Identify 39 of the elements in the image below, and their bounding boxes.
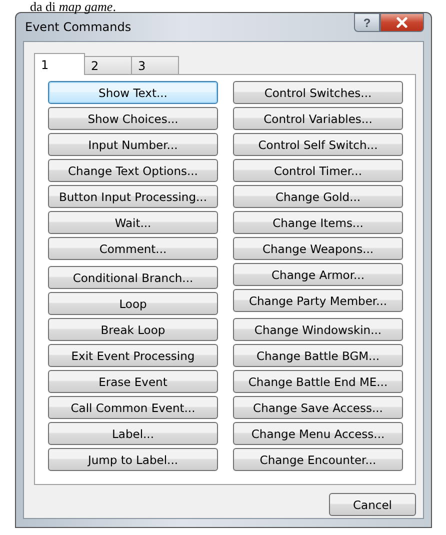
command-button[interactable]: Exit Event Processing bbox=[48, 344, 218, 367]
command-button[interactable]: Button Input Processing... bbox=[48, 185, 218, 208]
command-button[interactable]: Change Battle BGM... bbox=[233, 344, 403, 367]
command-button[interactable]: Change Save Access... bbox=[233, 396, 403, 419]
command-button[interactable]: Comment... bbox=[48, 237, 218, 260]
command-button[interactable]: Change Armor... bbox=[233, 263, 403, 286]
tab[interactable]: 1 bbox=[34, 53, 85, 75]
command-button[interactable]: Change Items... bbox=[233, 211, 403, 234]
command-button[interactable]: Change Weapons... bbox=[233, 237, 403, 260]
command-button[interactable]: Show Choices... bbox=[48, 107, 218, 130]
tab[interactable]: 2 bbox=[84, 56, 132, 74]
command-button[interactable]: Conditional Branch... bbox=[48, 266, 218, 289]
command-button[interactable]: Input Number... bbox=[48, 133, 218, 156]
document-text: da di map game. bbox=[29, 0, 117, 14]
command-button[interactable]: Jump to Label... bbox=[48, 448, 218, 471]
close-button[interactable] bbox=[380, 13, 424, 32]
close-icon bbox=[396, 17, 408, 28]
command-button[interactable]: Change Windowskin... bbox=[233, 318, 403, 341]
command-button[interactable]: Change Encounter... bbox=[233, 448, 403, 471]
command-button[interactable]: Change Gold... bbox=[233, 185, 403, 208]
command-button[interactable]: Break Loop bbox=[48, 318, 218, 341]
command-button[interactable]: Change Battle End ME... bbox=[233, 370, 403, 393]
command-button[interactable]: Control Switches... bbox=[233, 81, 403, 104]
command-button[interactable]: Change Menu Access... bbox=[233, 422, 403, 445]
command-button[interactable]: Wait... bbox=[48, 211, 218, 234]
window-title: Event Commands bbox=[24, 20, 132, 34]
command-button[interactable]: Control Self Switch... bbox=[233, 133, 403, 156]
help-button[interactable]: ? bbox=[354, 13, 380, 32]
command-button[interactable]: Change Party Member... bbox=[233, 289, 403, 312]
command-button[interactable]: Show Text... bbox=[48, 81, 218, 104]
command-button[interactable]: Loop bbox=[48, 292, 218, 315]
command-button[interactable]: Control Variables... bbox=[233, 107, 403, 130]
command-button[interactable]: Erase Event bbox=[48, 370, 218, 393]
command-button[interactable]: Change Text Options... bbox=[48, 159, 218, 182]
command-button[interactable]: Label... bbox=[48, 422, 218, 445]
command-button[interactable]: Control Timer... bbox=[233, 159, 403, 182]
command-button[interactable]: Call Common Event... bbox=[48, 396, 218, 419]
tab[interactable]: 3 bbox=[131, 56, 179, 74]
cancel-button[interactable]: Cancel bbox=[329, 493, 416, 516]
